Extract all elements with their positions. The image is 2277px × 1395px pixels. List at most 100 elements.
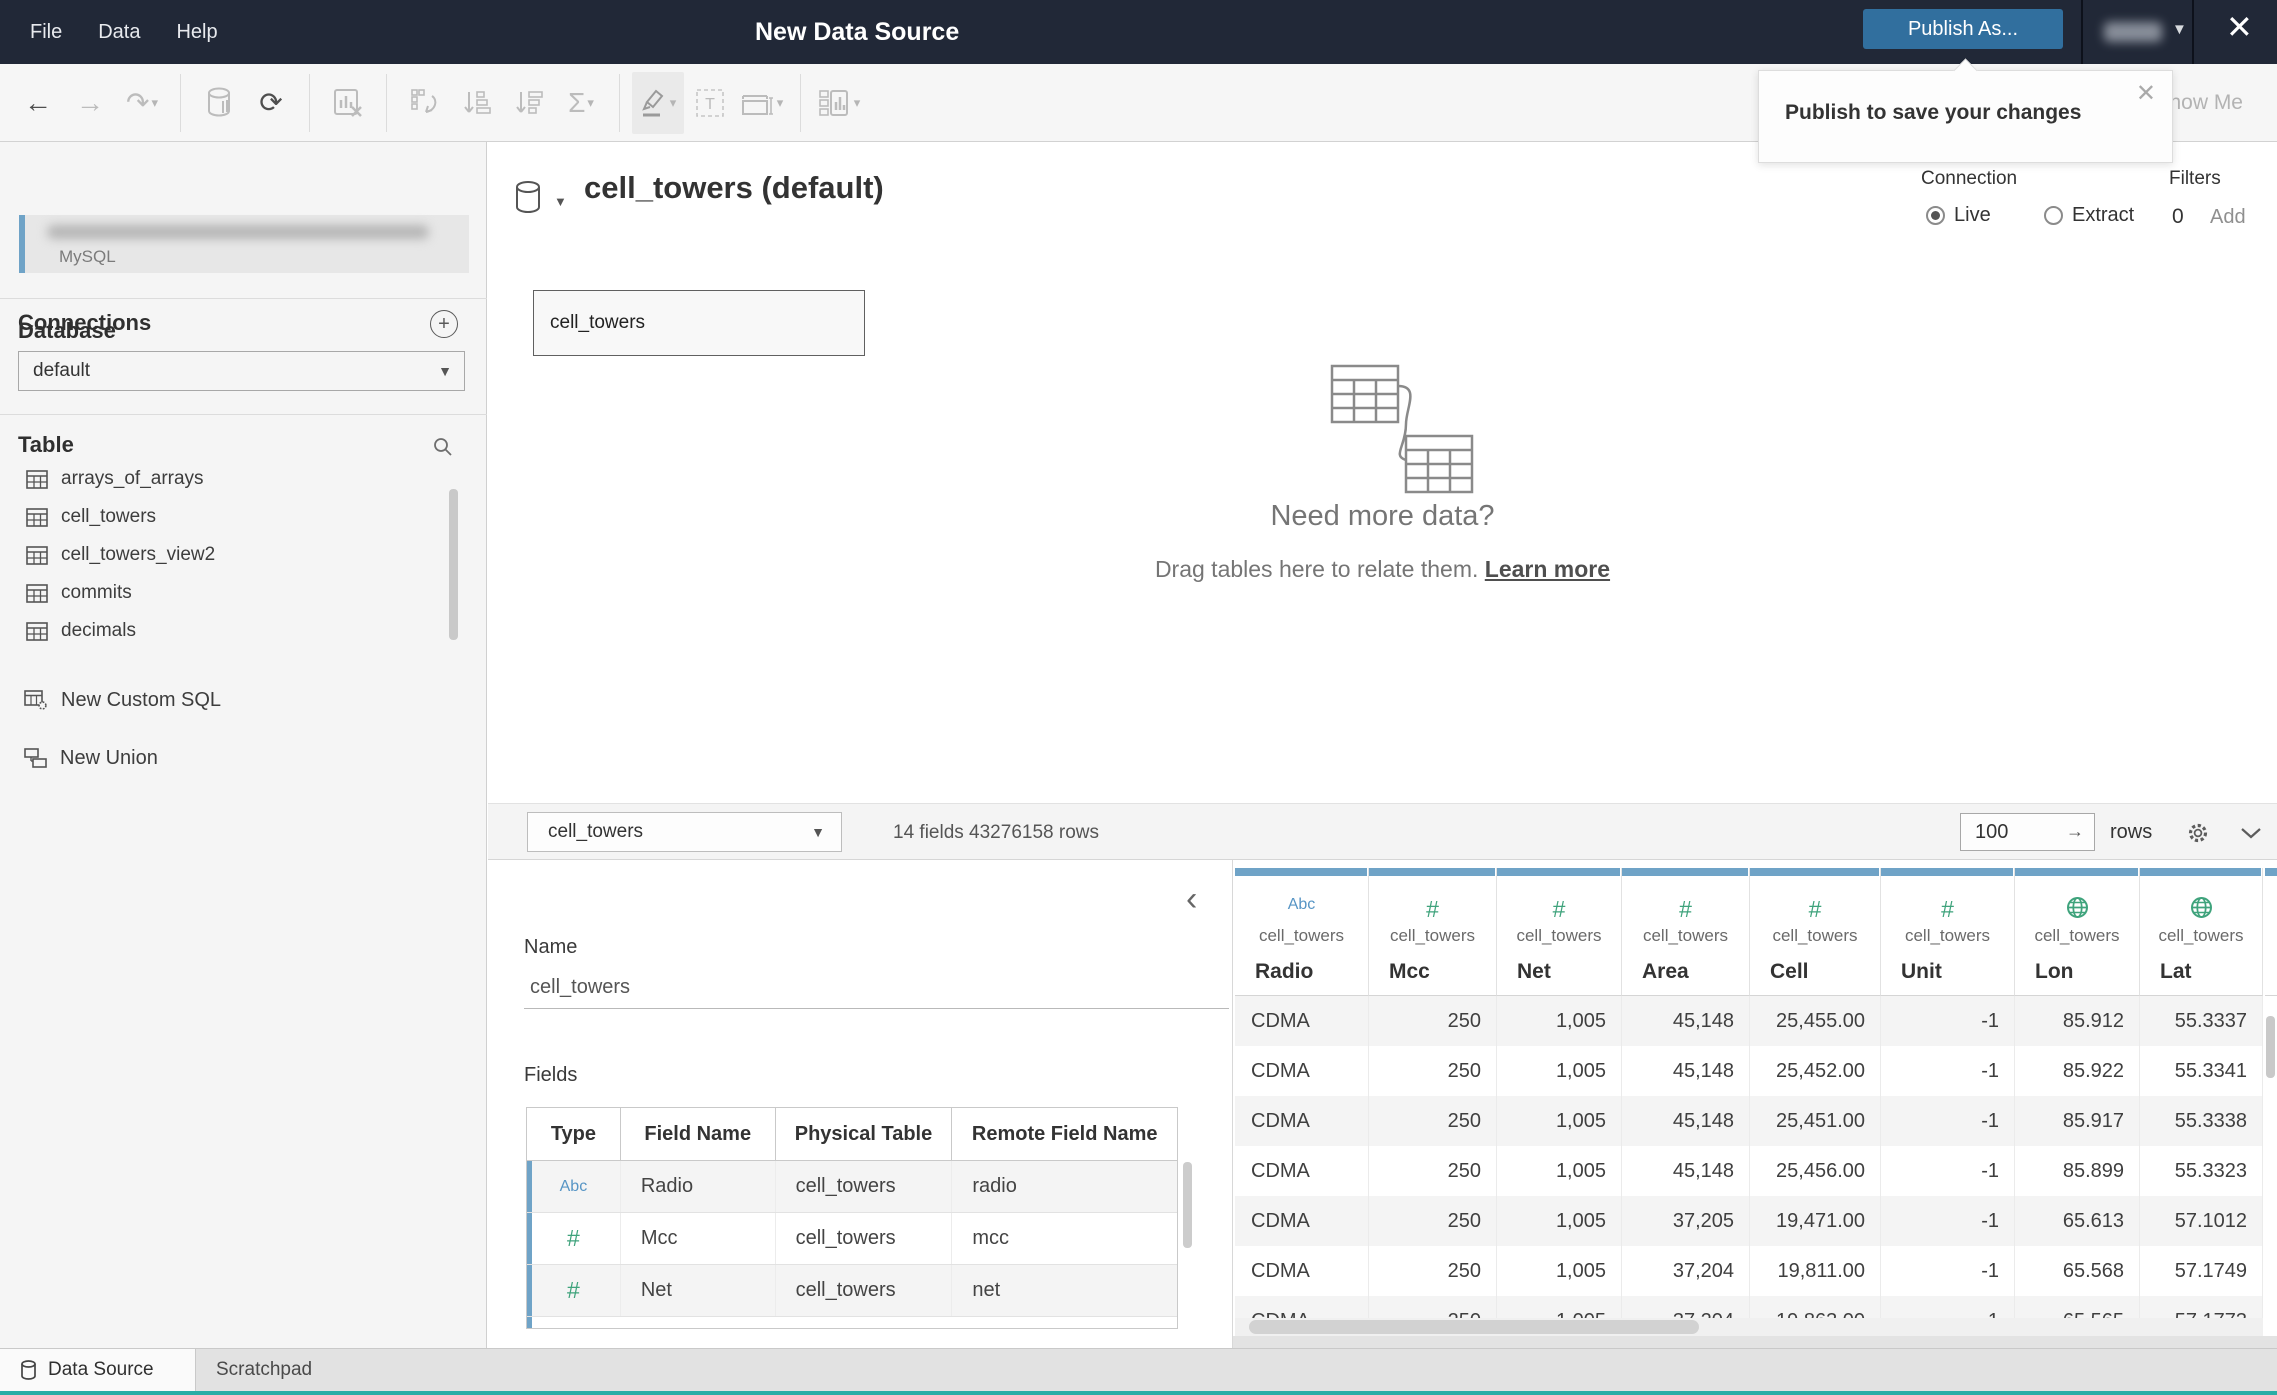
sidebar-table-commits[interactable]: commits [0,574,470,612]
sidebar-table-cell_towers_view2[interactable]: cell_towers_view2 [0,536,470,574]
redo-icon[interactable]: → [64,72,116,134]
grid-header-area[interactable]: # cell_towers Area [1622,868,1750,996]
undo-icon[interactable]: ← [12,72,64,134]
field-row-mcc[interactable]: # Mcc cell_towers mcc [527,1213,1177,1265]
sort-descending-icon[interactable] [503,72,555,134]
name-label: Name [524,936,578,958]
sidebar-table-decimals[interactable]: decimals [0,612,470,650]
field-row-net[interactable]: # Net cell_towers net [527,1265,1177,1317]
add-connection-icon[interactable]: + [430,310,458,338]
grid-settings-gear-icon[interactable] [2186,821,2210,845]
user-menu[interactable] [2104,22,2162,42]
grid-horizontal-scrollbar[interactable] [1235,1318,2263,1336]
grid-hscroll-thumb[interactable] [1249,1320,1699,1334]
sidebar-table-arrays_of_arrays[interactable]: arrays_of_arrays [0,460,470,498]
filters-heading: Filters [2169,168,2221,189]
menu-file[interactable]: File [30,21,62,44]
number-type-icon: # [1941,896,1954,922]
table-search-icon[interactable] [432,436,454,458]
replay-icon[interactable]: ↷ ▾ [116,72,168,134]
fields-header-remote-field-name: Remote Field Name [971,1122,1158,1145]
text-box-icon[interactable]: T [684,72,736,134]
grid-cell: -1 [1881,996,2015,1046]
swap-rows-columns-icon[interactable] [399,72,451,134]
new-union[interactable]: New Union [0,739,158,777]
fields-scrollbar[interactable] [1183,1162,1192,1248]
tab-scratchpad[interactable]: Scratchpad [196,1349,586,1391]
fit-width-icon[interactable]: ▾ [736,72,788,134]
grid-cell: 57.1012 [2140,1196,2263,1246]
publish-as-button[interactable]: Publish As... [1863,9,2063,49]
title-bar: File Data Help New Data Source Publish As.… [0,0,2277,64]
live-radio[interactable]: Live [1926,204,1991,227]
fields-header-field-name: Field Name [621,1108,776,1160]
connection-item[interactable]: MySQL [19,215,469,273]
grid-cell: 25,451.00 [1750,1096,1881,1146]
data-grid: Abc cell_towers Radio # cell_towers Mcc # cell_… [1235,868,2263,1346]
show-hide-cards-icon[interactable]: ▾ [813,72,865,134]
collapse-metadata-icon[interactable]: ‹ [1186,882,1197,916]
window-title: New Data Source [755,17,960,46]
data-grid-partial-column [2265,868,2277,996]
grid-cell: 1,005 [1497,996,1622,1046]
field-row-radio[interactable]: Abc Radio cell_towers radio [527,1161,1177,1213]
name-value[interactable]: cell_towers [530,976,630,999]
menu-data[interactable]: Data [98,21,140,44]
row-limit-box: → [1960,813,2095,851]
grid-header-mcc[interactable]: # cell_towers Mcc [1369,868,1497,996]
refresh-icon[interactable]: ⟳ [245,72,297,134]
datasource-title: cell_towers (default) [584,170,884,205]
grid-header-radio[interactable]: Abc cell_towers Radio [1235,868,1369,996]
learn-more-link[interactable]: Learn more [1485,556,1610,582]
grid-cell: 85.912 [2015,996,2140,1046]
window-close-icon[interactable]: ✕ [2226,8,2253,46]
sidebar-divider [0,414,487,415]
user-menu-caret-icon[interactable]: ▼ [2172,21,2187,38]
toolbar-separator [619,73,620,132]
new-datasource-icon[interactable] [193,72,245,134]
sidebar-scrollbar[interactable] [449,489,458,640]
sort-ascending-icon[interactable] [451,72,503,134]
new-custom-sql[interactable]: New Custom SQL [0,681,221,719]
extract-radio[interactable]: Extract [2044,204,2134,227]
menu-bar: File Data Help [30,0,218,64]
sidebar-table-cell_towers[interactable]: cell_towers [0,498,470,536]
radio-unselected-icon[interactable] [2044,206,2063,225]
database-select[interactable]: default ▼ [18,351,465,391]
database-select-value: default [33,360,91,381]
grid-cell: 65.613 [2015,1196,2140,1246]
grid-cell: 1,005 [1497,1146,1622,1196]
pause-auto-updates-icon[interactable] [322,72,374,134]
publish-tooltip: Publish to save your changes ✕ [1758,58,2173,163]
grid-cell: 45,148 [1622,1146,1750,1196]
grid-header-net[interactable]: # cell_towers Net [1497,868,1622,996]
number-type-icon: # [1808,896,1822,922]
grid-cell: 19,811.00 [1750,1246,1881,1296]
toolbar-separator [386,73,387,132]
chevron-down-icon: ▼ [438,363,452,379]
datasource-caret-icon[interactable]: ▼ [554,194,567,209]
column-accent-bar [1497,868,1620,876]
collapse-grid-chevron-icon[interactable] [2240,826,2262,840]
logical-table-cell-towers[interactable]: cell_towers [533,290,865,356]
column-accent-bar [2140,868,2261,876]
grid-header-unit[interactable]: # cell_towers Unit [1881,868,2015,996]
grid-cell: -1 [1881,1196,2015,1246]
grid-cell: -1 [1881,1096,2015,1146]
menu-help[interactable]: Help [176,21,217,44]
totals-sigma-icon[interactable]: Σ ▾ [555,72,607,134]
highlight-icon[interactable]: ▾ [632,71,684,134]
grid-header-cell[interactable]: # cell_towers Cell [1750,868,1881,996]
filters-add-link[interactable]: Add [2210,206,2246,229]
apply-row-limit-icon[interactable]: → [2066,821,2084,842]
tab-data-source[interactable]: Data Source [0,1349,196,1391]
datasource-cylinder-icon[interactable] [513,180,543,216]
tooltip-close-icon[interactable]: ✕ [2136,79,2156,108]
grid-header-lat[interactable]: cell_towers Lat [2140,868,2263,996]
radio-selected-icon[interactable] [1926,206,1945,225]
grid-header-lon[interactable]: cell_towers Lon [2015,868,2140,996]
grid-vertical-scrollbar[interactable] [2266,1016,2275,1078]
grid-cell: 250 [1369,1196,1497,1246]
table-select[interactable]: cell_towers ▼ [527,812,842,852]
svg-text:T: T [705,96,715,113]
